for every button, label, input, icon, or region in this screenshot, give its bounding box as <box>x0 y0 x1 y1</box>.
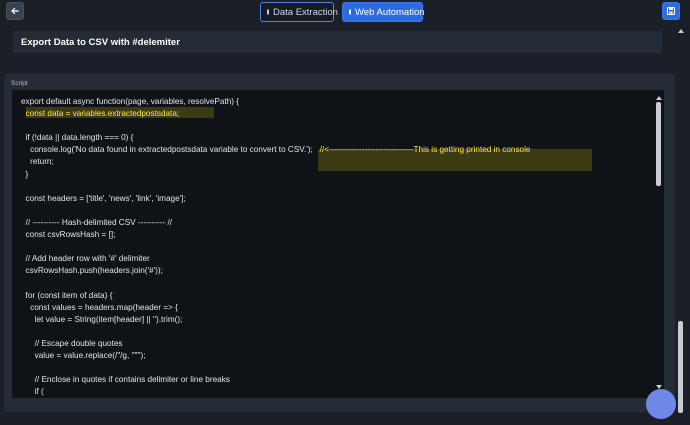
code-editor[interactable]: export default async function(page, vari… <box>12 90 664 398</box>
scroll-up-icon[interactable] <box>656 96 662 100</box>
code-line: csvRowsHash.push(headers.join('#')); <box>21 266 163 276</box>
code-line: } <box>21 169 29 179</box>
code-line: const headers = ['title', 'news', 'link'… <box>21 193 186 203</box>
script-label: Script <box>11 80 28 87</box>
editor-scrollbar[interactable] <box>655 96 663 389</box>
radio-dot-icon <box>349 9 351 15</box>
code-content[interactable]: export default async function(page, vari… <box>21 96 530 398</box>
web-automation-label: Web Automation <box>355 6 425 18</box>
web-automation-button[interactable]: Web Automation <box>342 2 425 22</box>
scrollbar-thumb[interactable] <box>678 321 683 413</box>
radio-circle-icon <box>267 9 269 15</box>
save-button[interactable] <box>662 2 680 20</box>
scroll-up-icon[interactable] <box>678 29 684 33</box>
data-extraction-button[interactable]: Data Extraction <box>260 2 338 22</box>
code-line: console.log('No data found in extractedp… <box>21 145 531 155</box>
back-button[interactable] <box>6 2 24 20</box>
code-line: export default async function(page, vari… <box>21 97 240 106</box>
top-toolbar: Data Extraction Web Automation <box>0 0 690 26</box>
scrollbar-thumb[interactable] <box>656 102 661 186</box>
page-scrollbar[interactable] <box>675 26 686 425</box>
code-line: if ( <box>21 387 44 397</box>
code-line: // Escape double quotes <box>21 338 123 348</box>
arrow-left-icon <box>11 7 19 15</box>
code-line: const data = variables.extractedpostsdat… <box>21 109 180 119</box>
code-line: if (!data || data.length === 0) { <box>21 133 134 143</box>
code-line: // Add header row with '#' delimiter <box>21 254 150 264</box>
save-icon <box>666 6 676 16</box>
code-line: const csvRowsHash = []; <box>21 230 116 240</box>
section-title: Export Data to CSV with #delemiter <box>13 31 662 53</box>
code-line: // ---------- Hash-delimited CSV -------… <box>21 217 172 227</box>
code-line: const values = headers.map(header => { <box>21 302 178 312</box>
code-line: let value = String(item[header] || '').t… <box>21 314 183 324</box>
data-extraction-label: Data Extraction <box>273 6 338 18</box>
code-line: return; <box>21 157 54 167</box>
code-line: value = value.replace(/"/g, '""'); <box>21 350 146 360</box>
code-line: for (const item of data) { <box>21 290 113 300</box>
floating-action-button[interactable] <box>646 389 676 419</box>
code-line: // Enclose in quotes if contains delimit… <box>21 375 230 385</box>
